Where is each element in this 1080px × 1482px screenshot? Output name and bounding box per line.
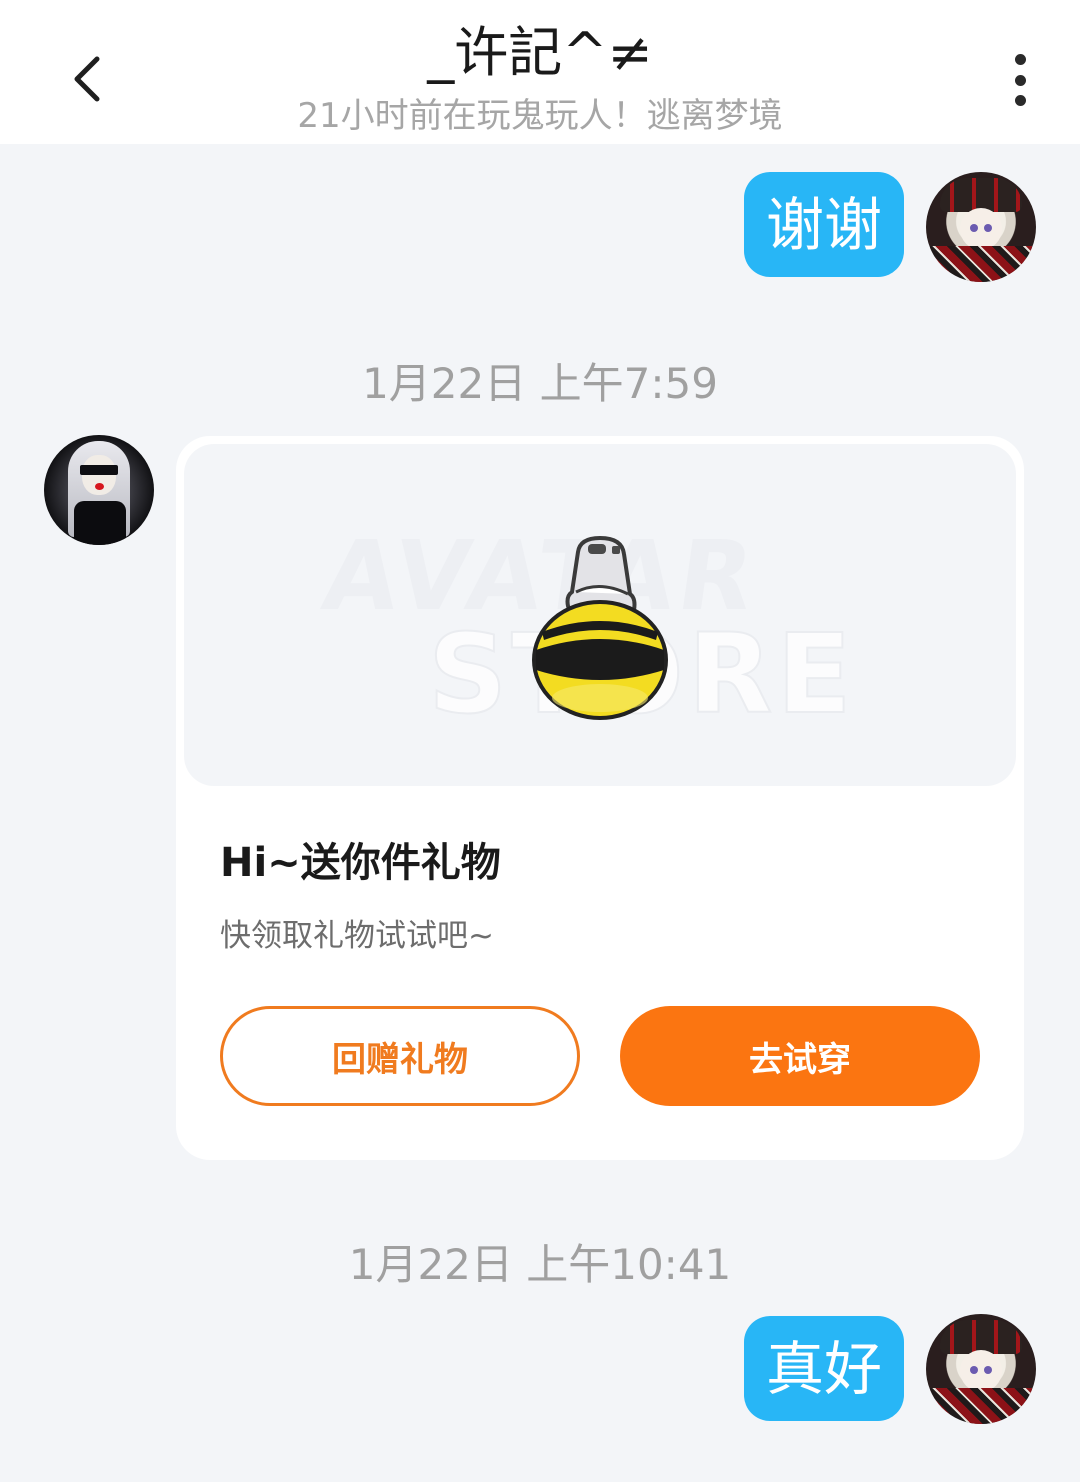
gift-image[interactable]: AVATAR STORE (184, 444, 1016, 786)
avatar[interactable] (926, 172, 1036, 282)
bee-gift-icon (532, 535, 668, 720)
more-button[interactable] (994, 48, 1046, 112)
more-vertical-icon (1014, 54, 1026, 65)
message-text: 谢谢 (765, 190, 882, 259)
gift-description: 快领取礼物试试吧~ (220, 918, 494, 954)
message-text: 真好 (765, 1334, 882, 1403)
avatar[interactable] (926, 1314, 1036, 1424)
return-gift-button[interactable]: 回赠礼物 (220, 1006, 580, 1106)
timestamp: 1月22日 上午7:59 (362, 359, 718, 408)
chat-title: _许記^≠ (427, 21, 653, 84)
gift-title: Hi~送你件礼物 (220, 840, 501, 886)
gift-card[interactable]: AVATAR STORE Hi~送你件礼物 快领取礼物试试吧~ 回赠礼物 去试穿 (176, 436, 1024, 1160)
chat-header: _许記^≠ 21小时前在玩鬼玩人！逃离梦境 (0, 0, 1080, 144)
try-on-button[interactable]: 去试穿 (620, 1006, 980, 1106)
message-bubble-sent[interactable]: 真好 (744, 1316, 904, 1421)
message-bubble-sent[interactable]: 谢谢 (744, 172, 904, 277)
avatar[interactable] (44, 435, 154, 545)
timestamp: 1月22日 上午10:41 (348, 1240, 732, 1289)
chat-status: 21小时前在玩鬼玩人！逃离梦境 (297, 96, 783, 136)
